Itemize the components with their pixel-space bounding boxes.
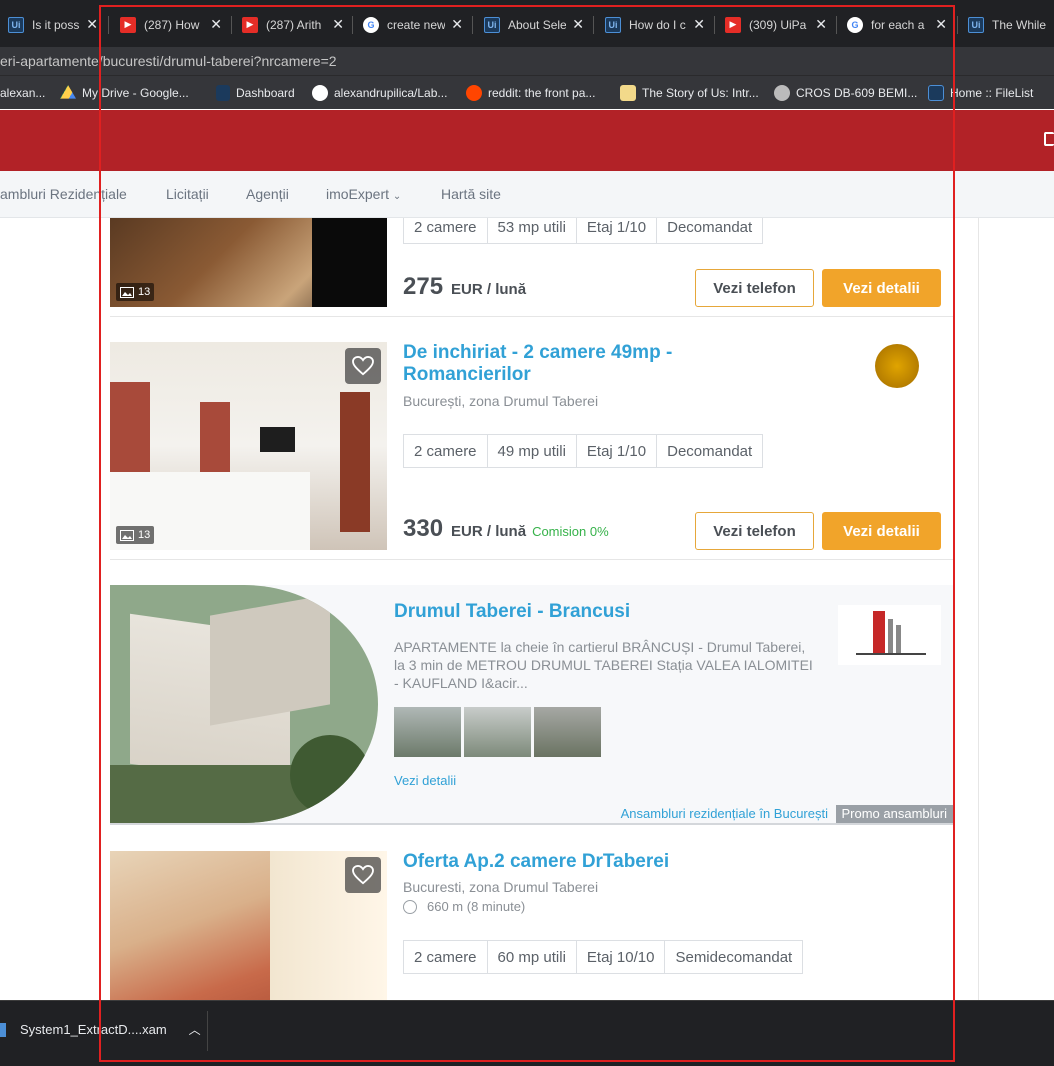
metro-icon [403,899,417,914]
youtube-icon: ▶ [242,16,258,33]
listing-location: Bucuresti, zona Drumul Taberei [403,879,599,895]
listing-card: 13 De inchiriat - 2 camere 49mp - Romanc… [110,342,953,554]
nav-item-licitatii[interactable]: Licitații [166,186,209,202]
nav-item-harta-site[interactable]: Hartă site [441,186,501,202]
bookmark-item[interactable]: CROS DB-609 BEMI... [774,84,917,102]
globe-icon [774,85,790,101]
show-phone-button[interactable]: Vezi telefon [695,512,814,550]
reddit-icon [466,85,482,101]
promo-ansamblu: Drumul Taberei - Brancusi APARTAMENTE la… [110,585,953,825]
promo-details-link[interactable]: Vezi detalii [394,773,456,788]
browser-tab[interactable]: Ui How do I c ✕ [597,8,713,41]
browser-tab[interactable]: ▶ (287) How ✕ [112,8,230,41]
chevron-up-icon[interactable]: ︿ [189,1021,201,1038]
show-phone-button[interactable]: Vezi telefon [695,269,814,307]
view-details-button[interactable]: Vezi detalii [822,512,941,550]
youtube-icon: ▶ [120,16,136,33]
bookmark-item[interactable]: Dashboard [216,84,295,102]
listing-price: 275 EUR / lună [403,273,527,300]
google-icon: G [363,16,379,33]
listing-card: 13 2 camere 53 mp utili Etaj 1/10 Decoma… [110,218,953,316]
download-item[interactable]: System1_ExtractD....xam ︿ [0,1021,201,1038]
promo-thumbnail[interactable] [534,707,601,757]
browser-tab[interactable]: UiIs it possib✕ [0,8,106,41]
view-details-button[interactable]: Vezi detalii [822,269,941,307]
site-header [0,110,1054,171]
close-icon[interactable]: ✕ [451,16,463,33]
listing-photo[interactable]: 13 [110,218,387,307]
listing-price: 330 EUR / lună Comision 0% [403,515,609,542]
close-icon[interactable]: ✕ [815,16,827,33]
listing-specs: 2 camere 60 mp utili Etaj 10/10 Semideco… [403,940,804,974]
chat-icon[interactable] [1044,132,1054,146]
close-icon[interactable]: ✕ [693,16,705,33]
file-icon [0,1022,6,1037]
listing-photo[interactable]: 13 [110,342,387,550]
nav-item-imoexpert[interactable]: imoExpert ⌄ [326,186,401,202]
drive-icon [60,85,76,99]
listing-title[interactable]: De inchiriat - 2 camere 49mp - Romancier… [403,342,672,386]
nav-item-agentii[interactable]: Agenții [246,186,289,202]
promo-footer-link[interactable]: Ansambluri rezidențiale în București [621,806,828,821]
uipath-icon: Ui [968,16,984,33]
close-icon[interactable]: ✕ [935,16,947,33]
downloads-bar: System1_ExtractD....xam ︿ [0,1000,1054,1066]
close-icon[interactable]: ✕ [572,16,584,33]
promo-thumbnail[interactable] [394,707,461,757]
book-icon [620,85,636,101]
bookmark-item[interactable]: alexan... [0,84,45,102]
bookmarks-bar: alexan... My Drive - Google... Dashboard… [0,75,1054,109]
exclusive-badge-icon [875,344,919,388]
image-icon [120,286,134,298]
promo-photo[interactable] [110,585,378,823]
bookmark-item[interactable]: Home :: FileList [928,84,1033,102]
close-icon[interactable]: ✕ [332,16,344,33]
bookmark-item[interactable]: My Drive - Google... [60,84,189,102]
bookmark-item[interactable]: alexandrupilica/Lab... [312,84,447,102]
browser-tab[interactable]: Gcreate new ✕ [355,8,471,41]
promo-description: APARTAMENTE la cheie în cartierul BRÂNCU… [394,639,813,691]
listings-area: 13 2 camere 53 mp utili Etaj 1/10 Decoma… [0,218,1054,1000]
listing-location: București, zona Drumul Taberei [403,393,599,409]
bookmark-item[interactable]: reddit: the front pa... [466,84,595,102]
uipath-icon [216,85,230,101]
uipath-icon: Ui [8,16,24,33]
favorite-heart-icon[interactable] [345,348,381,384]
browser-tab[interactable]: ▶ (287) Arith ✕ [234,8,352,41]
youtube-icon: ▶ [725,16,741,33]
listing-card: Oferta Ap.2 camere DrTaberei Bucuresti, … [110,851,953,1000]
filelist-icon [928,85,944,101]
promo-developer-logo [838,605,941,665]
google-icon: G [847,16,863,33]
photo-count-badge: 13 [116,526,155,544]
listing-specs: 2 camere 53 mp utili Etaj 1/10 Decomanda… [403,218,764,244]
close-icon[interactable]: ✕ [210,16,222,33]
photo-count-badge: 13 [116,283,155,301]
promo-tag: Promo ansambluri [835,805,953,823]
metro-distance: 660 m (8 minute) [403,899,525,914]
listing-title[interactable]: Oferta Ap.2 camere DrTaberei [403,851,669,873]
browser-tab[interactable]: Gfor each a ✕ [839,8,955,41]
address-bar[interactable]: eri-apartamente/bucuresti/drumul-taberei… [0,47,1054,75]
nav-item-ansambluri[interactable]: ambluri Rezidențiale [0,186,127,202]
favorite-heart-icon[interactable] [345,857,381,893]
promo-thumbnail[interactable] [464,707,531,757]
bookmark-item[interactable]: The Story of Us: Intr... [620,84,759,102]
promo-title[interactable]: Drumul Taberei - Brancusi [394,601,630,623]
site-nav: ambluri Rezidențiale Licitații Agenții i… [0,171,1054,218]
browser-tab-bar: UiIs it possib✕ ▶(287) How✕ ▶(287) Arith… [0,0,1054,47]
browser-tab[interactable]: Ui About Sele ✕ [476,8,592,41]
chevron-down-icon: ⌄ [392,191,402,202]
listing-photo[interactable] [110,851,387,1000]
image-icon [120,529,134,541]
close-icon[interactable]: ✕ [86,16,98,33]
listing-specs: 2 camere 49 mp utili Etaj 1/10 Decomanda… [403,434,764,468]
browser-tab[interactable]: ▶ (309) UiPa ✕ [717,8,835,41]
browser-tab[interactable]: Ui The While [960,8,1054,41]
uipath-icon: Ui [605,16,621,33]
github-icon [312,85,328,101]
uipath-icon: Ui [484,16,500,33]
